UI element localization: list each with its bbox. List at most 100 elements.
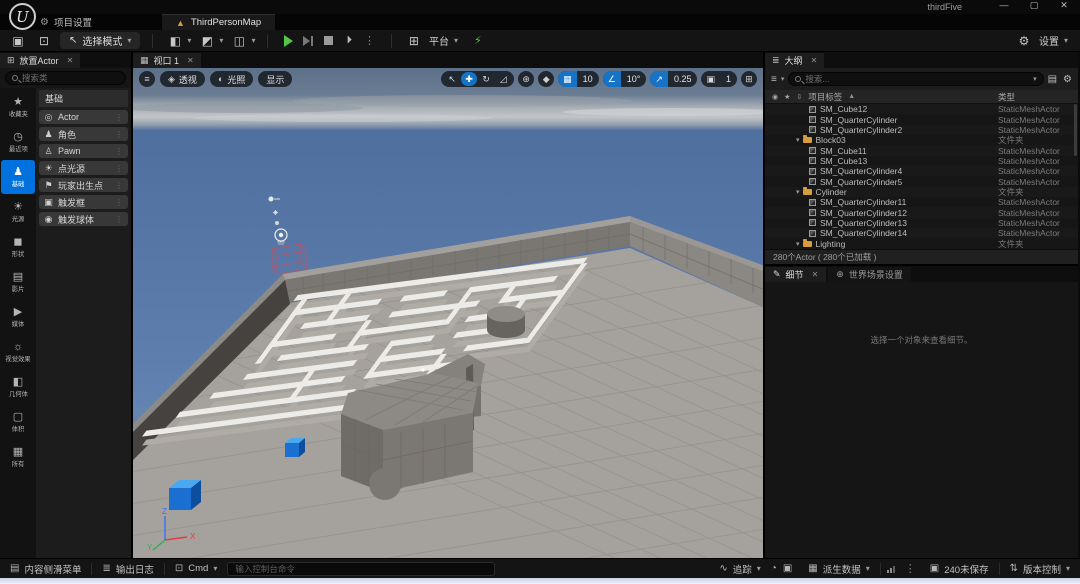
frame-skip-button[interactable]	[303, 35, 314, 46]
close-icon[interactable]: ✕	[67, 56, 74, 65]
add-actor-dropdown[interactable]: ◧ ▾	[165, 34, 192, 48]
place-actor-item[interactable]: ♙ Pawn ⋮	[39, 144, 128, 158]
output-log-button[interactable]: ≣ 输出日志	[92, 559, 163, 578]
surface-snapping-button[interactable]: ◆	[538, 71, 555, 87]
network-status[interactable]	[881, 559, 901, 578]
menu-item[interactable]	[132, 6, 150, 8]
close-icon[interactable]: ✕	[811, 56, 818, 65]
outliner-row[interactable]: ▾ SM_QuarterCylinder5 StaticMeshActor	[765, 176, 1078, 187]
place-actor-item[interactable]: ▣ 触发框 ⋮	[39, 195, 128, 209]
outliner-row[interactable]: ▾ SM_QuarterCylinder12 StaticMeshActor	[765, 207, 1078, 218]
place-category[interactable]: ▶ 媒体	[1, 300, 35, 334]
expand-caret-icon[interactable]: ▾	[796, 136, 800, 144]
tab-world-settings[interactable]: ⊕ 世界场景设置	[828, 267, 911, 282]
outliner-row[interactable]: ▾ SM_QuarterCylinder4 StaticMeshActor	[765, 166, 1078, 176]
expand-caret-icon[interactable]: ▾	[796, 188, 800, 196]
place-actor-item[interactable]: ◉ 触发球体 ⋮	[39, 212, 128, 226]
select-tool-icon[interactable]: ↖	[444, 72, 460, 86]
outliner-search-input[interactable]	[805, 74, 1030, 84]
tab-level-thirdpersonmap[interactable]: ▲ ThirdPersonMap	[161, 14, 276, 30]
world-space-toggle[interactable]: ⊕	[518, 71, 535, 87]
drag-handle-icon[interactable]: ⋮	[115, 215, 123, 224]
trace-dropdown[interactable]: ∿ 追踪 ▾	[709, 559, 770, 578]
menu-item[interactable]	[66, 6, 84, 8]
console-command-input[interactable]	[235, 563, 488, 574]
outliner-row[interactable]: ▾ Cylinder 文件夹	[765, 186, 1078, 197]
console-command-input-box[interactable]	[227, 561, 496, 576]
outliner-scrollbar[interactable]	[1074, 104, 1077, 156]
snapshot-icon[interactable]: ▣	[783, 563, 792, 574]
eject-button[interactable]: ⏵	[346, 34, 352, 47]
maximize-viewport-button[interactable]: ⊞	[741, 71, 757, 87]
drag-handle-icon[interactable]: ⋮	[115, 130, 123, 139]
settings-dropdown[interactable]: ⚙ 设置 ▾	[1014, 33, 1068, 49]
rotation-snap-control[interactable]: ∠ 10°	[602, 71, 647, 87]
drag-handle-icon[interactable]: ⋮	[115, 113, 123, 122]
scale-tool-icon[interactable]: ◿	[495, 72, 511, 86]
place-actor-item[interactable]: ◎ Actor ⋮	[39, 110, 128, 124]
pin-column-icon[interactable]: ⇩	[796, 93, 802, 101]
close-icon[interactable]: ✕	[812, 270, 819, 279]
save-icon[interactable]: ▣	[8, 34, 28, 48]
minimize-button[interactable]: —	[996, 0, 1012, 11]
menu-item[interactable]	[110, 6, 128, 8]
status-options-dots[interactable]: ⋮	[901, 562, 920, 575]
camera-speed-control[interactable]: ▣ 1	[701, 71, 737, 87]
place-actor-item[interactable]: ⚑ 玩家出生点 ⋮	[39, 178, 128, 192]
maximize-button[interactable]: ▢	[1026, 0, 1042, 11]
rotate-tool-icon[interactable]: ↻	[478, 72, 494, 86]
play-button[interactable]	[284, 34, 294, 47]
menu-item[interactable]	[198, 6, 216, 8]
outliner-row[interactable]: ▾ SM_Cube12 StaticMeshActor	[765, 104, 1078, 114]
tab-viewport[interactable]: ▦ 视口 1 ✕	[133, 53, 201, 68]
scale-snap-control[interactable]: ↗ 0.25	[650, 71, 698, 87]
place-category[interactable]: ▦ 所有	[1, 440, 35, 474]
platforms-dropdown[interactable]: ⊞ 平台 ▾	[404, 33, 458, 49]
drag-handle-icon[interactable]: ⋮	[115, 147, 123, 156]
drag-handle-icon[interactable]: ⋮	[115, 181, 123, 190]
menu-item[interactable]	[44, 6, 62, 8]
blueprints-dropdown[interactable]: ◩ ▾	[197, 34, 224, 48]
create-folder-icon[interactable]: ▤	[1048, 74, 1057, 85]
outliner-row[interactable]: ▾ SM_Cube13 StaticMeshActor	[765, 155, 1078, 167]
place-search-input[interactable]	[22, 73, 119, 83]
show-dropdown[interactable]: 显示	[258, 71, 293, 87]
place-category[interactable]: ▤ 影片	[1, 265, 35, 299]
drag-handle-icon[interactable]: ⋮	[115, 198, 123, 207]
outliner-row[interactable]: ▾ SM_QuarterCylinder11 StaticMeshActor	[765, 197, 1078, 208]
filter-icon[interactable]: ≡	[771, 74, 777, 85]
browse-content-icon[interactable]: ⊡	[34, 34, 54, 48]
viewport-3d-scene[interactable]: ≡ ◈ 透视 ◐ 光照 显示 ↖ ✚ ↻ ◿ ⊕ ◆ ▦ 10 ∠ 10° ↗ …	[133, 68, 763, 558]
outliner-search[interactable]: ▾	[788, 72, 1044, 86]
tab-project-settings[interactable]: ⚙ 项目设置	[40, 15, 92, 30]
outliner-settings-icon[interactable]: ⚙	[1063, 74, 1072, 85]
select-mode-dropdown[interactable]: ↖ 选择模式 ▾	[60, 32, 141, 49]
outliner-row[interactable]: ▾ SM_Cube11 StaticMeshActor	[765, 145, 1078, 156]
move-tool-icon[interactable]: ✚	[461, 72, 478, 86]
attach-debugger-icon[interactable]: ⚡	[474, 34, 482, 47]
tab-details[interactable]: ✎ 细节 ✕	[765, 267, 827, 282]
unreal-logo-icon[interactable]: U	[9, 3, 36, 30]
outliner-row[interactable]: ▾ SM_QuarterCylinder2 StaticMeshActor	[765, 125, 1078, 135]
viewport-options-button[interactable]: ≡	[139, 71, 155, 87]
cmd-dropdown[interactable]: ⊡ Cmd ▾	[165, 559, 227, 578]
expand-caret-icon[interactable]: ▾	[796, 240, 800, 248]
unsaved-button[interactable]: ▣ 240未保存	[920, 559, 999, 578]
place-category[interactable]: ☀ 光源	[1, 195, 35, 229]
stop-button[interactable]	[324, 36, 334, 45]
place-category[interactable]: ☼ 视觉效果	[1, 335, 35, 369]
menu-item[interactable]	[88, 6, 106, 8]
place-category[interactable]: ◼ 形状	[1, 230, 35, 264]
cinematics-dropdown[interactable]: ◫ ▾	[229, 34, 256, 48]
place-search[interactable]	[5, 71, 126, 85]
perspective-dropdown[interactable]: ◈ 透视	[160, 71, 205, 87]
place-category[interactable]: ◷ 最近项	[1, 125, 35, 159]
lit-mode-dropdown[interactable]: ◐ 光照	[209, 71, 254, 87]
close-icon[interactable]: ✕	[187, 56, 194, 65]
timer-icon[interactable]: ◔	[771, 563, 777, 574]
play-options-dots[interactable]: ⋮	[360, 34, 379, 47]
place-category[interactable]: ▢ 体积	[1, 405, 35, 439]
tab-outliner[interactable]: ≣ 大纲 ✕	[765, 53, 825, 68]
place-category[interactable]: ★ 收藏夹	[1, 90, 35, 124]
place-category[interactable]: ◧ 几何体	[1, 370, 35, 404]
